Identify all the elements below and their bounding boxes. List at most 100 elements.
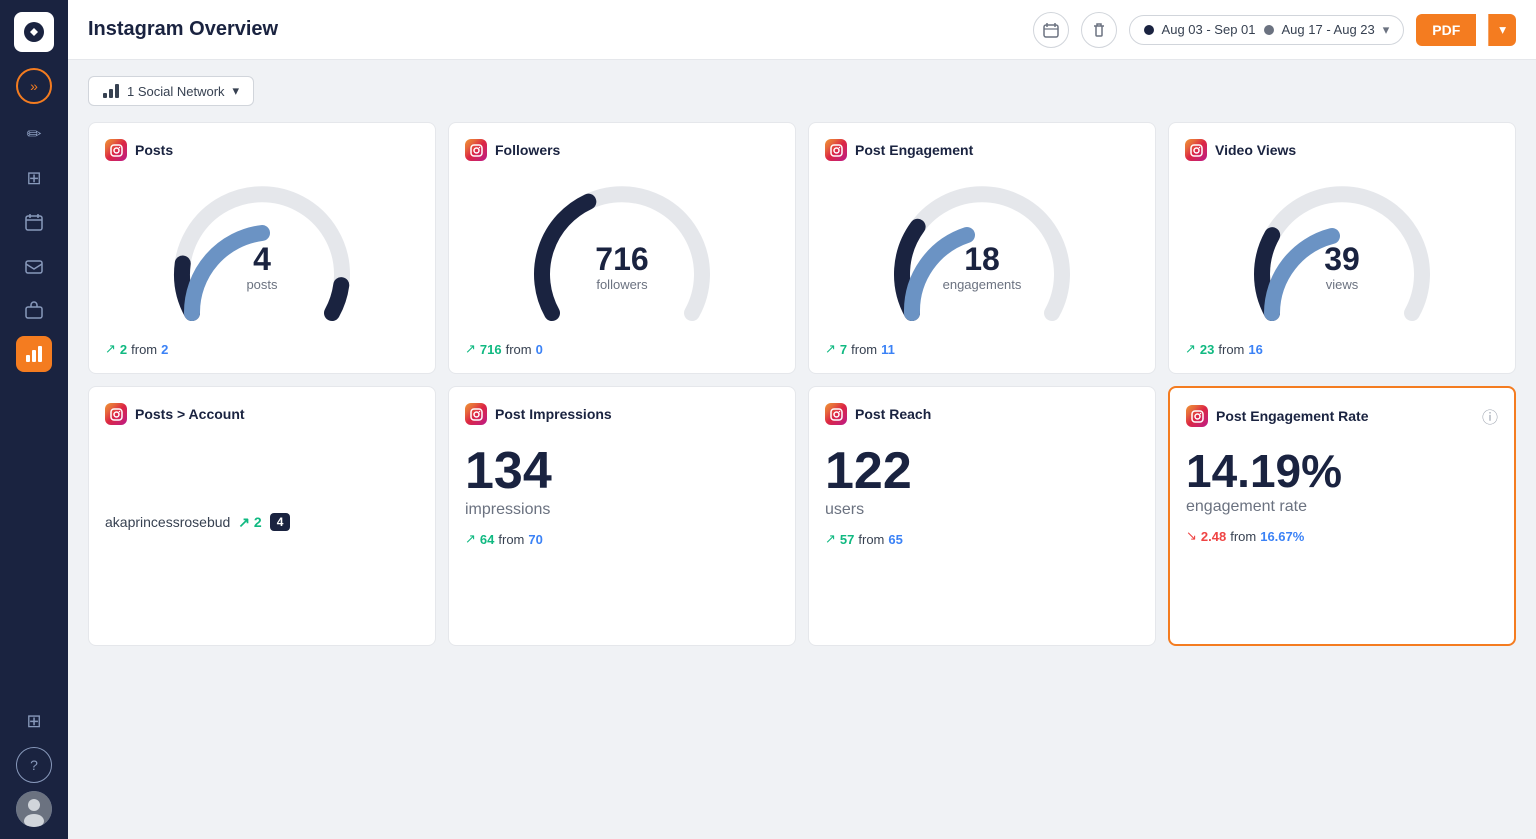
card-followers-header: Followers xyxy=(465,139,779,161)
pdf-dropdown-button[interactable]: ▾ xyxy=(1488,14,1516,46)
video-value: 39 xyxy=(1324,243,1360,275)
engagement-gauge: 18 engagements xyxy=(825,173,1139,333)
engagement-comparison: ↗ 7 from 11 xyxy=(825,341,1139,357)
followers-gauge: 716 followers xyxy=(465,173,779,333)
card-eng-rate-header: Post Engagement Rate ⓘ xyxy=(1186,404,1498,428)
instagram-icon-posts-account xyxy=(105,403,127,425)
card-followers: Followers 716 followers ↗ 716 from xyxy=(448,122,796,374)
sidebar-item-compose[interactable]: ✏ xyxy=(16,116,52,152)
followers-gauge-center: 716 followers xyxy=(595,243,648,292)
posts-from-value: 2 xyxy=(120,342,127,357)
card-followers-title: Followers xyxy=(495,142,560,158)
page-title: Instagram Overview xyxy=(88,18,1021,41)
date-range-selector[interactable]: Aug 03 - Sep 01 Aug 17 - Aug 23 ▾ xyxy=(1129,15,1405,45)
sidebar-toggle[interactable]: » xyxy=(16,68,52,104)
user-avatar[interactable] xyxy=(16,791,52,827)
calendar-button[interactable] xyxy=(1033,12,1069,48)
card-posts-account-header: Posts > Account xyxy=(105,403,419,425)
pdf-button[interactable]: PDF xyxy=(1416,14,1476,46)
impressions-value: 134 xyxy=(465,445,779,497)
impressions-unit: impressions xyxy=(465,501,779,519)
posts-from-prev: 2 xyxy=(161,342,168,357)
impressions-from-text: from xyxy=(498,532,524,547)
instagram-icon-video xyxy=(1185,139,1207,161)
sidebar-item-inbox[interactable] xyxy=(16,248,52,284)
impressions-trend-icon: ↗ xyxy=(465,531,476,547)
impressions-from-prev: 70 xyxy=(528,532,542,547)
impressions-from-value: 64 xyxy=(480,532,494,547)
chevron-down-icon: ▾ xyxy=(1383,22,1390,38)
account-row: akaprincessrosebud ↗ 2 4 xyxy=(105,505,419,539)
followers-unit: followers xyxy=(595,277,648,292)
sidebar-item-briefcase[interactable] xyxy=(16,292,52,328)
card-posts-account-title: Posts > Account xyxy=(135,406,245,422)
card-posts-header: Posts xyxy=(105,139,419,161)
instagram-icon-impressions xyxy=(465,403,487,425)
sidebar-item-apps[interactable]: ⊞ xyxy=(16,703,52,739)
card-post-engagement: Post Engagement 18 engagements ↗ 7 xyxy=(808,122,1156,374)
reach-from-prev: 65 xyxy=(888,532,902,547)
sidebar-item-calendar[interactable] xyxy=(16,204,52,240)
sidebar: » ✏ ⊞ ⊞ ? xyxy=(0,0,68,839)
followers-from-value: 716 xyxy=(480,342,502,357)
reach-from-text: from xyxy=(858,532,884,547)
account-change: ↗ 2 xyxy=(238,514,261,531)
video-gauge-center: 39 views xyxy=(1324,243,1360,292)
network-filter-button[interactable]: 1 Social Network ▾ xyxy=(88,76,254,106)
metrics-grid: Posts 4 posts ↗ 2 from xyxy=(88,122,1516,646)
card-engagement-header: Post Engagement xyxy=(825,139,1139,161)
card-impressions-header: Post Impressions xyxy=(465,403,779,425)
logo xyxy=(14,12,54,52)
reach-from-value: 57 xyxy=(840,532,854,547)
card-posts-account: Posts > Account akaprincessrosebud ↗ 2 4 xyxy=(88,386,436,646)
date-dot-primary xyxy=(1144,25,1154,35)
eng-rate-from-text: from xyxy=(1230,529,1256,544)
card-engagement-rate: Post Engagement Rate ⓘ 14.19% engagement… xyxy=(1168,386,1516,646)
card-impressions-title: Post Impressions xyxy=(495,406,612,422)
reach-unit: users xyxy=(825,501,1139,519)
posts-unit: posts xyxy=(246,277,277,292)
followers-trend-icon: ↗ xyxy=(465,341,476,357)
posts-value: 4 xyxy=(246,243,277,275)
eng-rate-trend-icon: ↘ xyxy=(1186,528,1197,544)
sidebar-item-dashboard[interactable]: ⊞ xyxy=(16,160,52,196)
engagement-value: 18 xyxy=(943,243,1022,275)
reach-value: 122 xyxy=(825,445,1139,497)
impressions-comparison: ↗ 64 from 70 xyxy=(465,531,779,547)
posts-trend-icon: ↗ xyxy=(105,341,116,357)
followers-comparison: ↗ 716 from 0 xyxy=(465,341,779,357)
video-from-text: from xyxy=(1218,342,1244,357)
followers-value: 716 xyxy=(595,243,648,275)
instagram-icon-reach xyxy=(825,403,847,425)
filter-bar: 1 Social Network ▾ xyxy=(88,76,1516,106)
sidebar-item-analytics[interactable] xyxy=(16,336,52,372)
delete-button[interactable] xyxy=(1081,12,1117,48)
posts-from-text: from xyxy=(131,342,157,357)
card-video-header: Video Views xyxy=(1185,139,1499,161)
engagement-from-value: 7 xyxy=(840,342,847,357)
date-range-primary: Aug 03 - Sep 01 xyxy=(1162,22,1256,37)
card-posts-title: Posts xyxy=(135,142,173,158)
card-video-views: Video Views 39 views ↗ 23 f xyxy=(1168,122,1516,374)
reach-comparison: ↗ 57 from 65 xyxy=(825,531,1139,547)
card-reach-header: Post Reach xyxy=(825,403,1139,425)
card-post-impressions: Post Impressions 134 impressions ↗ 64 fr… xyxy=(448,386,796,646)
network-filter-chevron: ▾ xyxy=(233,83,240,99)
posts-gauge-center: 4 posts xyxy=(246,243,277,292)
reach-trend-icon: ↗ xyxy=(825,531,836,547)
posts-comparison: ↗ 2 from 2 xyxy=(105,341,419,357)
engagement-gauge-center: 18 engagements xyxy=(943,243,1022,292)
network-filter-label: 1 Social Network xyxy=(127,84,225,99)
help-icon-eng-rate[interactable]: ⓘ xyxy=(1482,404,1498,428)
engagement-unit: engagements xyxy=(943,277,1022,292)
eng-rate-from-prev: 16.67% xyxy=(1260,529,1304,544)
instagram-icon-followers xyxy=(465,139,487,161)
sidebar-item-help[interactable]: ? xyxy=(16,747,52,783)
card-eng-rate-title: Post Engagement Rate xyxy=(1216,408,1368,424)
engagement-from-prev: 11 xyxy=(881,342,895,357)
followers-from-prev: 0 xyxy=(536,342,543,357)
instagram-icon-engagement xyxy=(825,139,847,161)
eng-rate-unit: engagement rate xyxy=(1186,498,1498,516)
video-comparison: ↗ 23 from 16 xyxy=(1185,341,1499,357)
instagram-icon-eng-rate xyxy=(1186,405,1208,427)
